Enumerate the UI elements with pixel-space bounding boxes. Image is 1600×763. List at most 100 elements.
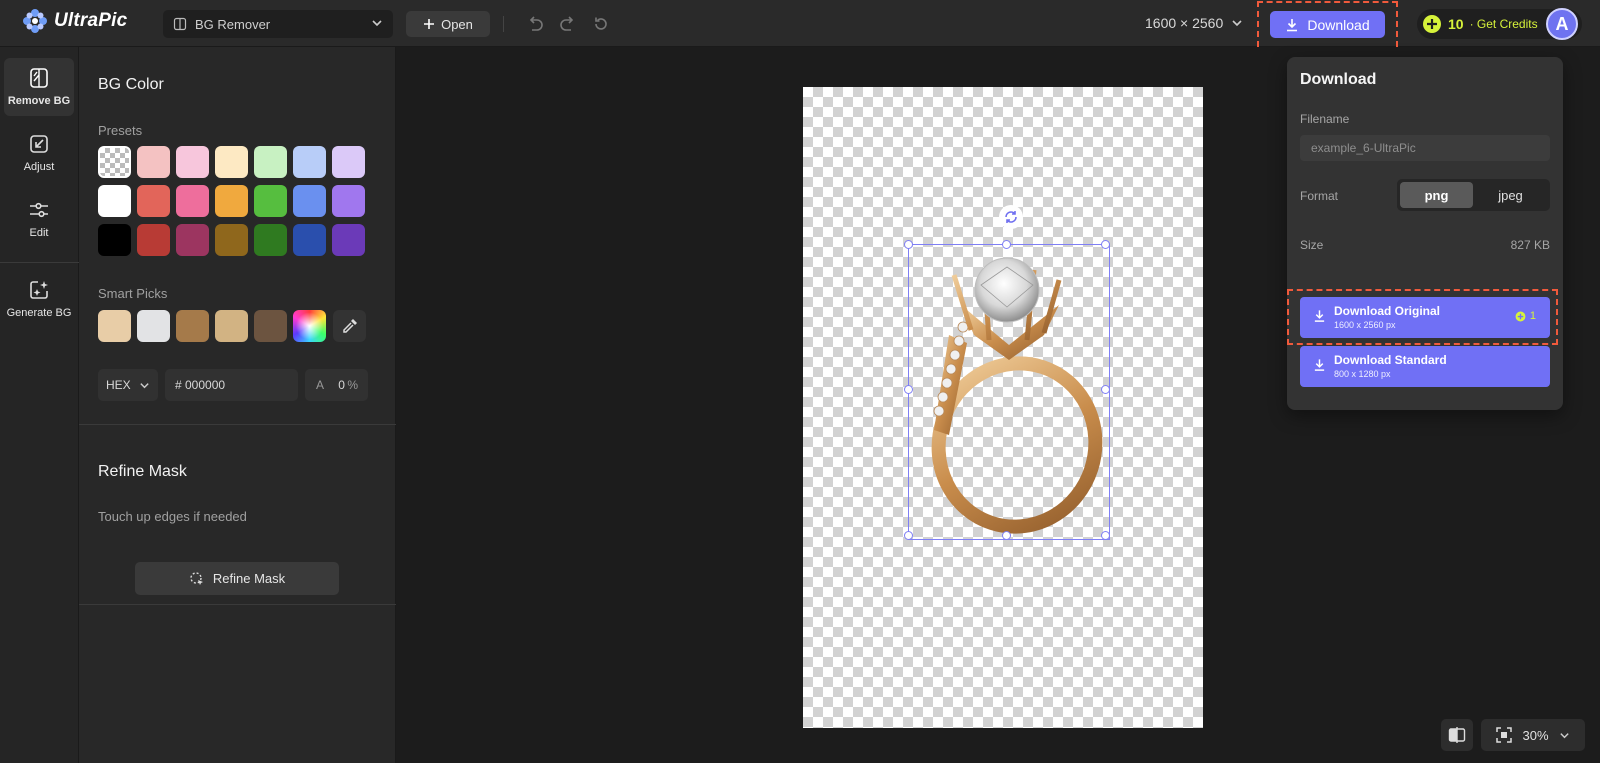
- redo-button[interactable]: [557, 13, 579, 35]
- section-divider: [79, 604, 396, 605]
- color-swatch[interactable]: [176, 185, 209, 217]
- rail-item-edit[interactable]: Edit: [4, 190, 74, 248]
- download-standard-button[interactable]: Download Standard 800 x 1280 px: [1300, 346, 1550, 387]
- resize-handle[interactable]: [1101, 240, 1110, 249]
- section-divider: [79, 424, 396, 425]
- smart-pick-swatch[interactable]: [215, 310, 248, 342]
- compare-icon: [1448, 727, 1466, 743]
- smart-pick-swatch[interactable]: [98, 310, 131, 342]
- rail-item-generate-bg[interactable]: Generate BG: [4, 270, 74, 328]
- dimensions-select[interactable]: 1600 × 2560: [1145, 15, 1243, 31]
- compare-button[interactable]: [1441, 719, 1473, 751]
- rail-item-label: Generate BG: [6, 307, 72, 319]
- color-swatch[interactable]: [332, 146, 365, 178]
- color-format-value: HEX: [106, 378, 131, 392]
- hex-input[interactable]: # 000000: [165, 369, 298, 401]
- color-format-select[interactable]: HEX: [98, 369, 158, 401]
- smart-pick-swatch[interactable]: [137, 310, 170, 342]
- download-standard-dims: 800 x 1280 px: [1334, 369, 1391, 379]
- sparkle-image-icon: [30, 281, 48, 299]
- smart-pick-swatch[interactable]: [254, 310, 287, 342]
- presets-label: Presets: [98, 123, 143, 138]
- chevron-down-icon: [1232, 20, 1242, 27]
- alpha-input[interactable]: A 0 %: [305, 369, 368, 401]
- smart-pick-swatch[interactable]: [176, 310, 209, 342]
- rail-divider: [0, 262, 79, 263]
- dimensions-value: 1600 × 2560: [1145, 15, 1224, 31]
- reset-button[interactable]: [590, 13, 612, 35]
- rail-item-adjust[interactable]: Adjust: [4, 124, 74, 182]
- color-swatch[interactable]: [254, 224, 287, 256]
- credit-coin-icon: [1423, 15, 1441, 33]
- color-swatch[interactable]: [332, 224, 365, 256]
- zoom-control[interactable]: 30%: [1481, 719, 1585, 751]
- color-swatch[interactable]: [293, 146, 326, 178]
- color-swatch[interactable]: [98, 146, 131, 178]
- fit-screen-icon: [1496, 727, 1513, 743]
- undo-button[interactable]: [524, 13, 546, 35]
- resize-handle[interactable]: [1101, 531, 1110, 540]
- color-swatch[interactable]: [98, 224, 131, 256]
- app-logo[interactable]: UltraPic: [22, 8, 127, 34]
- smart-picks-label: Smart Picks: [98, 286, 168, 301]
- resize-handle[interactable]: [904, 385, 913, 394]
- color-swatch[interactable]: [293, 224, 326, 256]
- rail-item-remove-bg[interactable]: Remove BG: [4, 58, 74, 116]
- color-swatch[interactable]: [137, 185, 170, 217]
- undo-icon: [529, 16, 543, 31]
- open-button[interactable]: Open: [406, 11, 490, 37]
- color-swatch[interactable]: [254, 185, 287, 217]
- color-swatch[interactable]: [176, 146, 209, 178]
- tool-select[interactable]: BG Remover: [163, 10, 393, 38]
- download-button[interactable]: Download: [1270, 11, 1385, 38]
- tool-rail: Remove BG Adjust Edit Generate BG: [0, 47, 79, 763]
- logo-icon: [23, 9, 47, 33]
- color-swatch[interactable]: [332, 185, 365, 217]
- color-swatch[interactable]: [137, 224, 170, 256]
- download-button-label: Download: [1307, 16, 1370, 33]
- refine-mask-title: Refine Mask: [98, 463, 187, 480]
- color-swatch[interactable]: [98, 185, 131, 217]
- size-value: 827 KB: [1510, 238, 1550, 252]
- color-swatch[interactable]: [176, 224, 209, 256]
- resize-handle[interactable]: [904, 531, 913, 540]
- rotate-handle[interactable]: [999, 205, 1023, 229]
- resize-handle[interactable]: [904, 240, 913, 249]
- color-swatch[interactable]: [137, 146, 170, 178]
- color-swatch[interactable]: [215, 146, 248, 178]
- format-option-png[interactable]: png: [1400, 182, 1473, 208]
- color-swatch[interactable]: [293, 185, 326, 217]
- credits-count: 10: [1448, 16, 1464, 32]
- download-standard-title: Download Standard: [1334, 353, 1447, 367]
- plus-icon: [424, 19, 435, 29]
- tool-select-value: BG Remover: [195, 16, 271, 32]
- eyedropper-button[interactable]: [333, 310, 366, 342]
- rail-item-label: Adjust: [23, 161, 55, 173]
- resize-handle[interactable]: [1002, 240, 1011, 249]
- format-option-jpeg[interactable]: jpeg: [1474, 182, 1547, 208]
- bg-color-panel: BG Color Presets Smart Picks HEX # 00000…: [79, 47, 396, 763]
- color-swatch[interactable]: [254, 146, 287, 178]
- eyedropper-icon: [342, 319, 357, 333]
- refine-mask-button[interactable]: Refine Mask: [135, 562, 339, 595]
- selection-box[interactable]: [908, 244, 1110, 540]
- avatar[interactable]: A: [1546, 8, 1578, 40]
- get-credits-link[interactable]: · Get Credits: [1470, 17, 1538, 31]
- custom-color-swatch[interactable]: [293, 310, 326, 342]
- remove-bg-icon: [30, 68, 48, 88]
- filename-input[interactable]: example_6-UltraPic: [1300, 135, 1550, 161]
- color-swatch[interactable]: [215, 185, 248, 217]
- size-label: Size: [1300, 238, 1324, 252]
- resize-handle[interactable]: [1101, 385, 1110, 394]
- hex-value: # 000000: [175, 378, 226, 392]
- image-artboard[interactable]: [803, 87, 1203, 728]
- filename-label: Filename: [1300, 112, 1350, 126]
- color-swatch[interactable]: [215, 224, 248, 256]
- resize-handle[interactable]: [1002, 531, 1011, 540]
- format-label: Format: [1300, 189, 1339, 203]
- download-icon: [1314, 359, 1325, 371]
- redo-icon: [560, 16, 574, 31]
- zoom-value: 30%: [1522, 727, 1549, 743]
- refine-mask-button-label: Refine Mask: [212, 571, 286, 586]
- chevron-down-icon: [140, 382, 149, 388]
